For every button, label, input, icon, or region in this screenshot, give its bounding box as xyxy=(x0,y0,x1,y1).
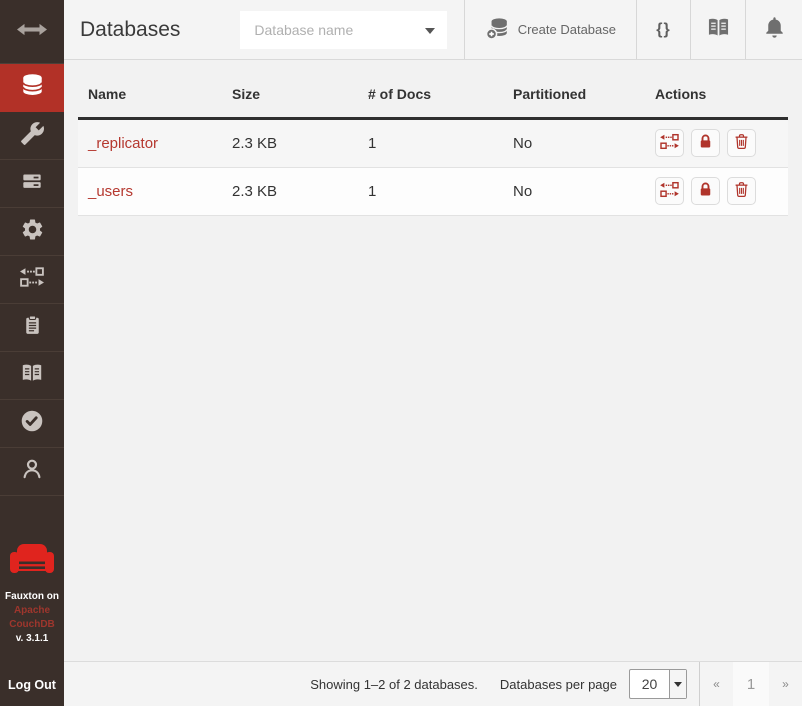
column-header-name: Name xyxy=(78,60,222,118)
version-label: v. 3.1.1 xyxy=(0,632,64,646)
sidebar-item-replication[interactable] xyxy=(0,256,64,304)
json-api-button[interactable]: {} xyxy=(636,0,690,59)
brand-line: Fauxton on xyxy=(0,590,64,604)
main-panel: Databases xyxy=(64,0,802,706)
pagination-page-1-button[interactable]: 1 xyxy=(733,662,769,706)
table-header-row: Name Size # of Docs Partitioned Actions xyxy=(78,60,788,118)
trash-icon xyxy=(732,132,751,154)
documentation-button[interactable] xyxy=(690,0,745,59)
database-name-combobox[interactable] xyxy=(240,11,447,49)
pagination: « 1 » xyxy=(699,662,802,706)
table-row: _replicator 2.3 KB 1 No xyxy=(78,118,788,167)
footer-bar: Showing 1–2 of 2 databases. Databases pe… xyxy=(64,661,802,706)
sidebar-item-databases[interactable] xyxy=(0,64,64,112)
docs-cell: 1 xyxy=(358,167,503,215)
column-header-size: Size xyxy=(222,60,358,118)
curly-braces-icon: {} xyxy=(656,21,670,39)
per-page-value: 20 xyxy=(630,676,669,692)
sidebar-item-active-tasks[interactable] xyxy=(0,160,64,208)
database-link-replicator[interactable]: _replicator xyxy=(88,135,158,152)
database-icon xyxy=(19,72,46,104)
double-arrow-icon xyxy=(17,23,47,41)
sidebar-item-setup[interactable] xyxy=(0,112,64,160)
partitioned-cell: No xyxy=(503,167,645,215)
replicate-database-button[interactable] xyxy=(655,129,684,157)
sidebar-item-documentation[interactable] xyxy=(0,352,64,400)
page-title: Databases xyxy=(80,18,180,42)
clipboard-icon xyxy=(20,313,45,343)
column-header-docs: # of Docs xyxy=(358,60,503,118)
header-spacer xyxy=(447,0,463,59)
database-name-input[interactable] xyxy=(240,11,447,49)
bell-icon xyxy=(762,15,787,45)
trash-icon xyxy=(732,180,751,202)
couchdb-couch-logo-icon xyxy=(10,543,54,580)
delete-database-button[interactable] xyxy=(727,177,756,205)
check-circle-icon xyxy=(19,408,45,439)
set-permissions-button[interactable] xyxy=(691,177,720,205)
per-page-select[interactable]: 20 xyxy=(629,669,687,699)
database-link-users[interactable]: _users xyxy=(88,183,133,200)
open-book-icon xyxy=(19,360,45,391)
create-database-button[interactable]: Create Database xyxy=(464,0,636,59)
delete-database-button[interactable] xyxy=(727,129,756,157)
partitioned-cell: No xyxy=(503,118,645,167)
replicate-icon xyxy=(660,181,679,201)
size-cell: 2.3 KB xyxy=(222,167,358,215)
databases-table: Name Size # of Docs Partitioned Actions … xyxy=(78,60,788,216)
apache-couchdb-link-2[interactable]: CouchDB xyxy=(0,618,64,632)
create-database-label: Create Database xyxy=(518,22,616,37)
sidebar-item-verify[interactable] xyxy=(0,400,64,448)
server-stack-icon xyxy=(19,168,45,199)
databases-content: Name Size # of Docs Partitioned Actions … xyxy=(64,60,802,661)
select-caret-icon xyxy=(669,670,686,698)
logout-button[interactable]: Log Out xyxy=(0,672,64,698)
chevron-down-icon xyxy=(425,28,435,34)
sidebar-footer: Fauxton on Apache CouchDB v. 3.1.1 Log O… xyxy=(0,543,64,706)
sidebar-collapse-toggle[interactable] xyxy=(0,0,64,64)
sidebar: Fauxton on Apache CouchDB v. 3.1.1 Log O… xyxy=(0,0,64,706)
top-header: Databases xyxy=(64,0,802,60)
docs-cell: 1 xyxy=(358,118,503,167)
results-summary: Showing 1–2 of 2 databases. xyxy=(310,677,478,692)
per-page-label: Databases per page xyxy=(500,677,617,692)
lock-icon xyxy=(696,180,715,202)
replicate-icon xyxy=(660,133,679,153)
size-cell: 2.3 KB xyxy=(222,118,358,167)
sidebar-item-account[interactable] xyxy=(0,448,64,496)
wrench-icon xyxy=(20,121,45,151)
pagination-prev-button[interactable]: « xyxy=(700,662,733,706)
set-permissions-button[interactable] xyxy=(691,129,720,157)
gear-icon xyxy=(20,217,45,247)
column-header-actions: Actions xyxy=(645,60,788,118)
sidebar-item-configuration[interactable] xyxy=(0,208,64,256)
table-row: _users 2.3 KB 1 No xyxy=(78,167,788,215)
apache-couchdb-link[interactable]: Apache xyxy=(0,604,64,618)
fauxton-app: Fauxton on Apache CouchDB v. 3.1.1 Log O… xyxy=(0,0,802,706)
person-icon xyxy=(19,456,45,487)
replicate-database-button[interactable] xyxy=(655,177,684,205)
notifications-button[interactable] xyxy=(745,0,802,59)
replication-icon xyxy=(20,266,44,293)
open-book-icon xyxy=(705,14,732,46)
sidebar-item-active-tasks-list[interactable] xyxy=(0,304,64,352)
pagination-next-button[interactable]: » xyxy=(769,662,802,706)
database-plus-icon xyxy=(485,16,509,43)
column-header-partitioned: Partitioned xyxy=(503,60,645,118)
lock-icon xyxy=(696,132,715,154)
